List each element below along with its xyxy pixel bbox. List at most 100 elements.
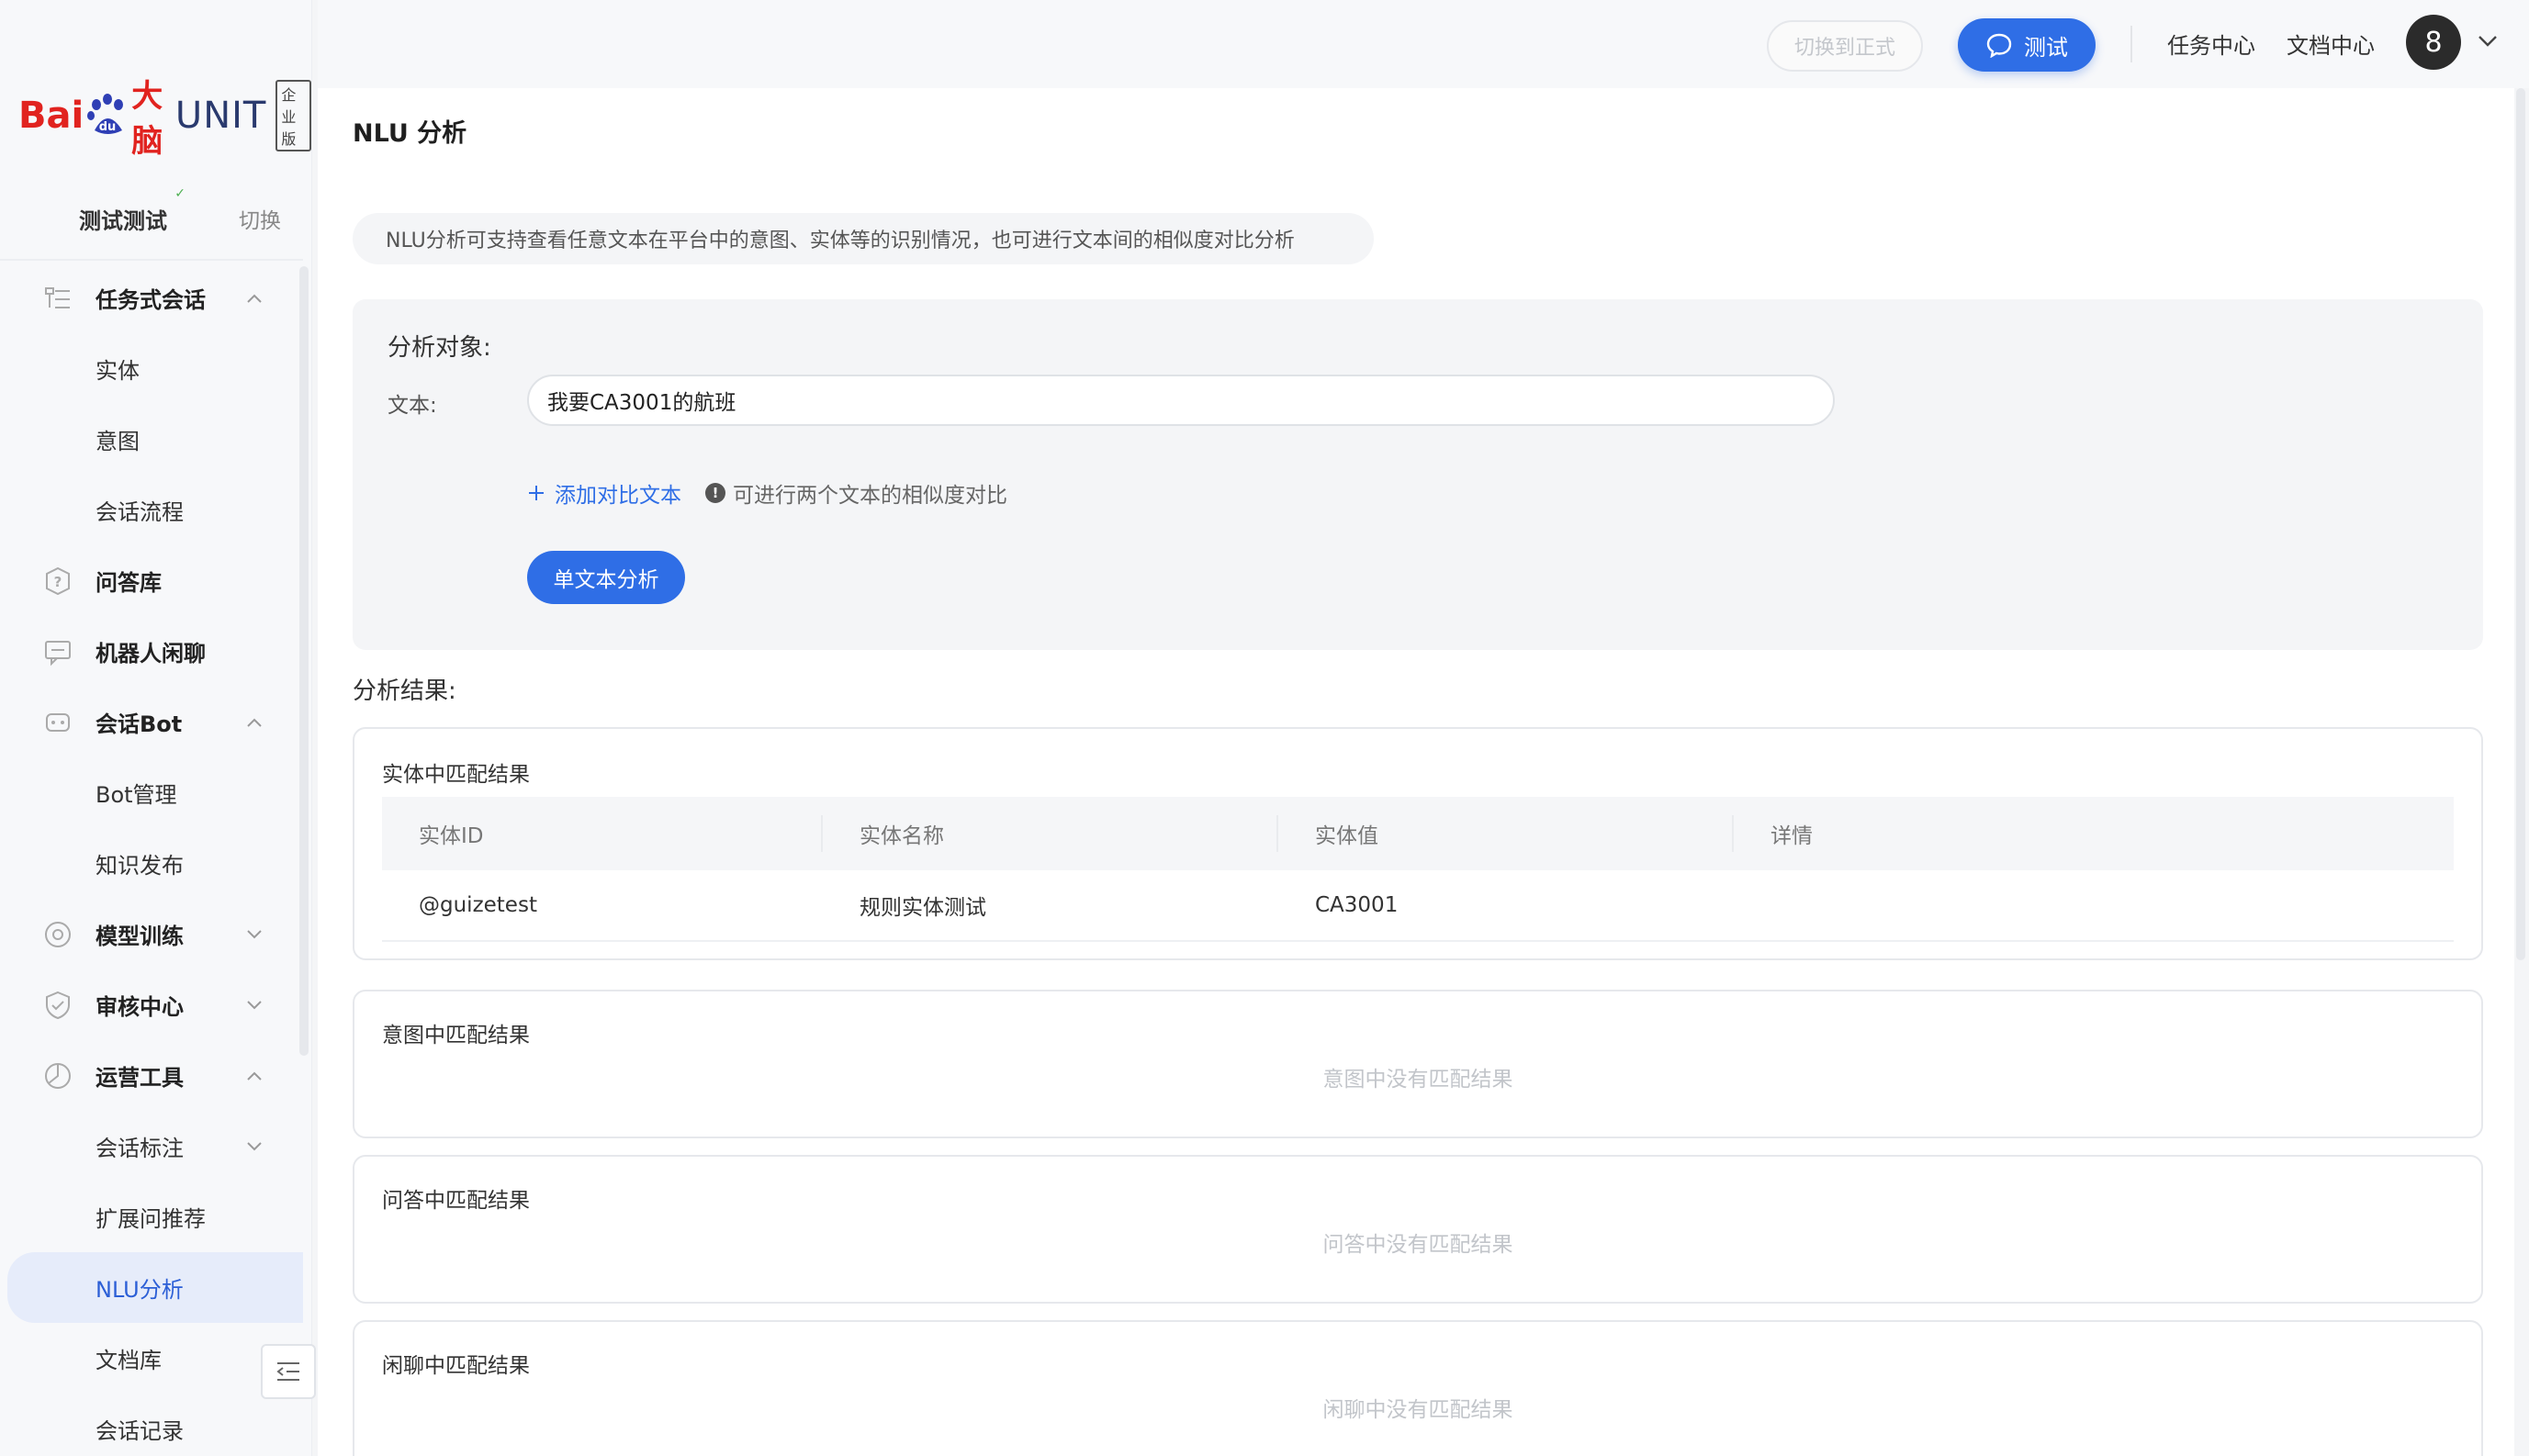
chevron-down-icon[interactable] xyxy=(246,1141,263,1152)
baidu-paw-icon: du xyxy=(85,94,129,138)
bot-icon xyxy=(42,707,73,738)
entity-result-card: 实体中匹配结果 实体ID 实体名称 实体值 详情 @guizetest 规则实体… xyxy=(353,727,2483,960)
chevron-down-icon[interactable] xyxy=(246,929,263,940)
sidebar-item-label: 会话记录 xyxy=(96,1418,184,1444)
top-bar: 切换到正式 测试 任务中心 文档中心 8 xyxy=(318,0,2529,88)
logo-dana: 大脑 xyxy=(131,78,163,160)
intent-result-title: 意图中匹配结果 xyxy=(382,1024,530,1047)
sidebar: Bai du 大脑 UNIT 企业版 测试测试 ✓ 切换 任务式会话实体意图会话… xyxy=(0,0,316,1456)
sidebar-item-label: 问答库 xyxy=(96,570,162,596)
chitchat-result-title: 闲聊中匹配结果 xyxy=(382,1354,530,1378)
chevron-up-icon[interactable] xyxy=(246,717,263,728)
add-compare-label: 添加对比文本 xyxy=(555,484,681,508)
sidebar-item-label: NLU分析 xyxy=(96,1277,184,1303)
sidebar-item-label: 任务式会话 xyxy=(96,287,206,313)
chitchat-empty-message: 闲聊中没有匹配结果 xyxy=(1322,1398,1513,1422)
entity-name-cell: 规则实体测试 xyxy=(860,896,986,920)
sidebar-nav: 任务式会话 实体 意图 会话流程? 问答库 机器人闲聊 会话Bot Bot管理 知识发布 模型训练… xyxy=(0,263,303,1456)
svg-text:?: ? xyxy=(54,574,62,590)
qa-library-icon: ? xyxy=(42,566,73,597)
sidebar-item-6[interactable]: 会话Bot xyxy=(0,687,303,757)
analysis-text-input[interactable] xyxy=(527,375,1835,426)
single-text-analyze-button[interactable]: 单文本分析 xyxy=(527,551,685,604)
intent-result-card: 意图中匹配结果 意图中没有匹配结果 xyxy=(353,990,2483,1138)
chat-icon xyxy=(42,636,73,667)
page-header: NLU 分析 xyxy=(318,88,2514,173)
sidebar-item-label: 会话流程 xyxy=(96,499,184,525)
compare-hint: ! 可进行两个文本的相似度对比 xyxy=(705,477,1007,509)
task-dialog-icon xyxy=(42,283,73,314)
column-header: 实体值 xyxy=(1278,815,1734,852)
table-row: @guizetest 规则实体测试 CA3001 xyxy=(382,870,2454,942)
sidebar-item-label: 知识发布 xyxy=(96,853,184,879)
sidebar-item-11[interactable]: 运营工具 xyxy=(0,1040,303,1111)
edition-badge: 企业版 xyxy=(275,80,311,151)
sidebar-item-label: Bot管理 xyxy=(96,782,177,808)
chevron-up-icon[interactable] xyxy=(246,293,263,304)
baidu-unit-logo[interactable]: Bai du 大脑 UNIT 企业版 xyxy=(18,78,311,160)
column-header: 详情 xyxy=(1770,824,1813,848)
sidebar-scrollbar[interactable] xyxy=(299,266,309,1056)
test-button[interactable]: 测试 xyxy=(1958,18,2096,72)
sidebar-divider xyxy=(0,259,303,261)
entity-id-cell: @guizetest xyxy=(419,893,537,917)
analysis-target-label: 分析对象: xyxy=(388,334,491,362)
sidebar-item-2[interactable]: 意图 xyxy=(0,404,303,475)
logo-bai: Bai xyxy=(18,95,84,137)
sidebar-item-14[interactable]: NLU分析 xyxy=(7,1252,303,1323)
logo-du: du xyxy=(99,120,117,134)
qa-empty-message: 问答中没有匹配结果 xyxy=(1322,1233,1513,1257)
chevron-down-icon[interactable] xyxy=(246,1000,263,1011)
chitchat-result-card: 闲聊中匹配结果 闲聊中没有匹配结果 xyxy=(353,1320,2483,1456)
sidebar-item-label: 会话标注 xyxy=(96,1136,184,1161)
sidebar-item-4[interactable]: ? 问答库 xyxy=(0,545,303,616)
task-center-link[interactable]: 任务中心 xyxy=(2167,28,2255,60)
sidebar-item-3[interactable]: 会话流程 xyxy=(0,475,303,545)
training-icon xyxy=(42,919,73,950)
page-title: NLU 分析 xyxy=(353,118,467,148)
sidebar-item-12[interactable]: 会话标注 xyxy=(0,1111,303,1182)
sidebar-item-5[interactable]: 机器人闲聊 xyxy=(0,616,303,687)
info-tip: NLU分析可支持查看任意文本在平台中的意图、实体等的识别情况，也可进行文本间的相… xyxy=(353,213,1374,264)
chevron-down-icon[interactable] xyxy=(2478,35,2498,48)
qa-result-card: 问答中匹配结果 问答中没有匹配结果 xyxy=(353,1155,2483,1304)
analysis-result-label: 分析结果: xyxy=(353,678,456,705)
sidebar-item-label: 审核中心 xyxy=(96,994,184,1020)
entity-result-table: 实体ID 实体名称 实体值 详情 @guizetest 规则实体测试 CA300… xyxy=(382,797,2454,942)
sidebar-item-10[interactable]: 审核中心 xyxy=(0,969,303,1040)
sidebar-item-label: 运营工具 xyxy=(96,1065,184,1091)
collapse-sidebar-button[interactable] xyxy=(261,1344,316,1399)
sidebar-item-8[interactable]: 知识发布 xyxy=(0,828,303,899)
sidebar-item-1[interactable]: 实体 xyxy=(0,333,303,404)
add-compare-text-link[interactable]: 添加对比文本 xyxy=(527,477,681,509)
compare-hint-text: 可进行两个文本的相似度对比 xyxy=(733,484,1007,508)
switch-env-button[interactable]: 切换到正式 xyxy=(1767,20,1923,72)
space-name-text: 测试测试 xyxy=(79,207,167,234)
sidebar-item-15[interactable]: 文档库 xyxy=(0,1323,303,1394)
table-header: 实体ID 实体名称 实体值 详情 xyxy=(382,797,2454,870)
sidebar-item-16[interactable]: 会话记录 xyxy=(0,1394,303,1456)
space-name: 测试测试 ✓ xyxy=(79,186,185,235)
chat-bubble-icon xyxy=(1986,33,2012,58)
doc-center-link[interactable]: 文档中心 xyxy=(2287,28,2375,60)
sidebar-item-0[interactable]: 任务式会话 xyxy=(0,263,303,333)
test-button-label: 测试 xyxy=(2024,34,2068,61)
user-avatar[interactable]: 8 xyxy=(2406,15,2461,70)
shield-icon xyxy=(42,990,73,1021)
chevron-up-icon[interactable] xyxy=(246,1070,263,1081)
space-selector: 测试测试 ✓ 切换 xyxy=(0,186,303,248)
sidebar-item-label: 会话Bot xyxy=(96,711,183,737)
column-header: 实体ID xyxy=(382,815,823,852)
sidebar-item-13[interactable]: 扩展问推荐 xyxy=(0,1182,303,1252)
space-switch-link[interactable]: 切换 xyxy=(239,203,281,234)
entity-result-title: 实体中匹配结果 xyxy=(382,763,530,787)
sidebar-item-9[interactable]: 模型训练 xyxy=(0,899,303,969)
text-field-label: 文本: xyxy=(388,394,437,418)
analysis-target-panel: 分析对象: 文本: 添加对比文本 ! 可进行两个文本的相似度对比 单文本分析 xyxy=(353,299,2483,650)
main-scrollbar[interactable] xyxy=(2516,88,2525,960)
sidebar-item-label: 实体 xyxy=(96,358,140,384)
sidebar-item-label: 扩展问推荐 xyxy=(96,1206,206,1232)
sidebar-item-7[interactable]: Bot管理 xyxy=(0,757,303,828)
top-separator xyxy=(2130,26,2132,62)
space-status-icon: ✓ xyxy=(174,185,185,201)
